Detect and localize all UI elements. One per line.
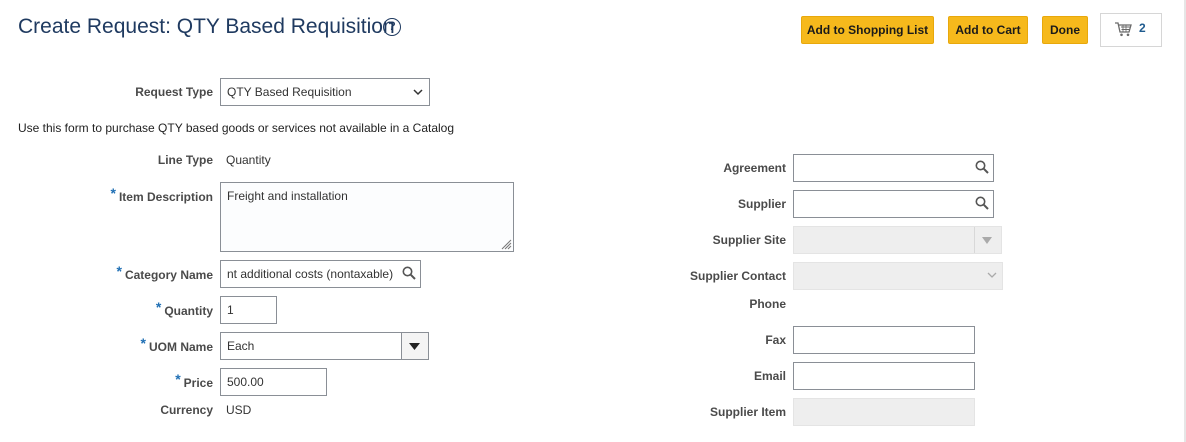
required-indicator: * <box>175 371 181 387</box>
category-name-label: * Category Name <box>116 263 213 282</box>
supplier-label: Supplier <box>737 197 786 211</box>
item-description-label: * Item Description <box>110 185 213 204</box>
caret-down-icon <box>409 343 420 350</box>
uom-name-label: * UOM Name <box>140 335 213 354</box>
required-indicator: * <box>116 263 122 279</box>
supplier-item-input[interactable] <box>793 398 975 426</box>
help-icon[interactable]: ? <box>383 18 401 36</box>
supplier-site-select[interactable] <box>793 226 1002 254</box>
supplier-contact-select[interactable] <box>793 262 1003 290</box>
supplier-contact-label: Supplier Contact <box>689 269 786 283</box>
supplier-input[interactable] <box>793 190 994 218</box>
supplier-site-label: Supplier Site <box>712 233 786 247</box>
fax-input[interactable] <box>793 326 975 354</box>
add-to-shopping-list-button[interactable]: Add to Shopping List <box>801 16 934 44</box>
required-indicator: * <box>110 185 116 201</box>
email-label: Email <box>753 369 786 383</box>
price-input[interactable]: 500.00 <box>220 368 327 396</box>
search-icon[interactable] <box>975 160 989 174</box>
supplier-item-label: Supplier Item <box>709 405 786 419</box>
uom-name-select[interactable]: Each <box>220 332 429 360</box>
currency-value: USD <box>226 403 252 417</box>
resize-handle-icon[interactable] <box>500 238 512 250</box>
request-type-select[interactable]: QTY Based Requisition <box>220 78 430 106</box>
phone-label: Phone <box>749 297 786 311</box>
item-description-textarea[interactable]: Freight and installation <box>220 182 514 252</box>
done-button[interactable]: Done <box>1042 16 1088 44</box>
currency-label: Currency <box>160 403 213 417</box>
category-name-value: nt additional costs (nontaxable) <box>227 267 394 281</box>
quantity-label: * Quantity <box>155 299 213 318</box>
cart-count: 2 <box>1139 21 1146 35</box>
agreement-label: Agreement <box>723 161 786 175</box>
email-input[interactable] <box>793 362 975 390</box>
price-value: 500.00 <box>227 375 264 389</box>
line-type-label: Line Type <box>157 153 213 167</box>
request-type-value: QTY Based Requisition <box>227 85 352 99</box>
item-description-value: Freight and installation <box>227 189 348 203</box>
required-indicator: * <box>155 299 162 315</box>
fax-label: Fax <box>765 333 786 347</box>
divider <box>974 227 975 253</box>
agreement-input[interactable] <box>793 154 994 182</box>
required-indicator: * <box>140 335 146 351</box>
search-icon[interactable] <box>402 266 416 280</box>
category-name-input[interactable]: nt additional costs (nontaxable) <box>220 260 421 288</box>
add-to-cart-button[interactable]: Add to Cart <box>948 16 1028 44</box>
quantity-value: 1 <box>227 303 234 317</box>
request-type-label: Request Type <box>135 85 213 99</box>
page-title: Create Request: QTY Based Requisition <box>18 15 395 38</box>
chevron-down-icon <box>413 89 423 96</box>
search-icon[interactable] <box>975 196 989 210</box>
price-label: * Price <box>175 371 213 390</box>
form-instructions: Use this form to purchase QTY based good… <box>18 121 455 135</box>
shopping-cart-icon <box>1115 22 1132 37</box>
uom-name-value: Each <box>227 339 255 353</box>
line-type-value: Quantity <box>226 153 271 167</box>
quantity-input[interactable]: 1 <box>220 296 277 324</box>
chevron-down-icon <box>987 272 997 278</box>
caret-down-icon <box>982 237 992 244</box>
